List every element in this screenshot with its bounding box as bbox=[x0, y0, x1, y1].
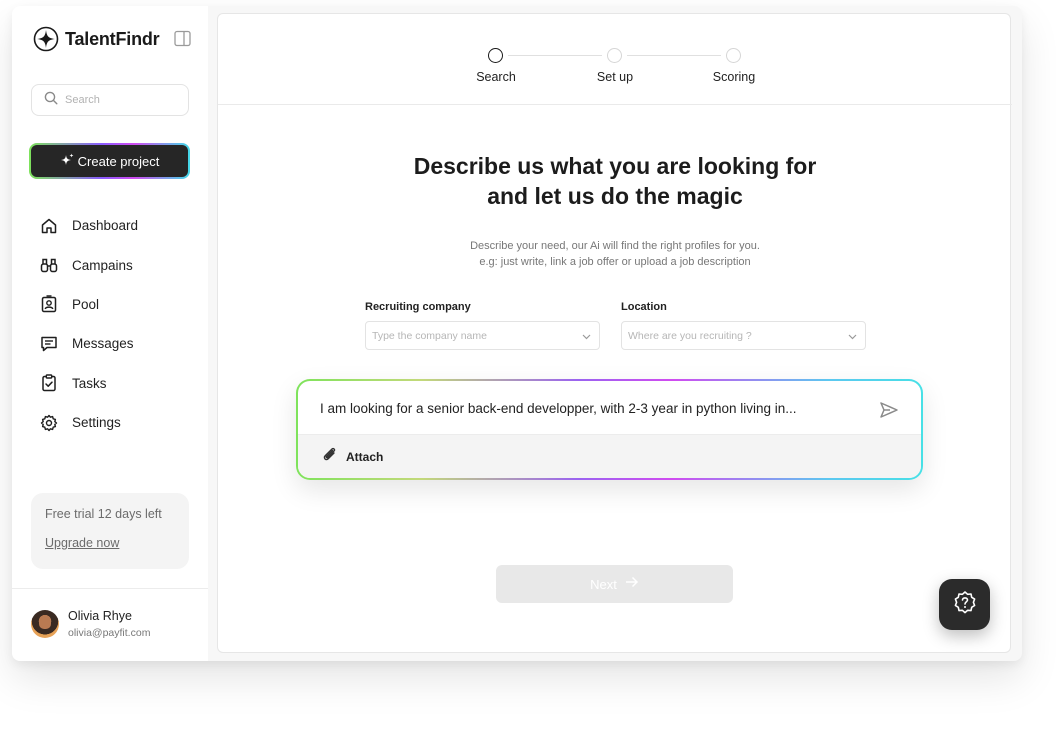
step-connector bbox=[508, 55, 602, 56]
contact-badge-icon bbox=[39, 294, 59, 314]
page-title-line2: and let us do the magic bbox=[487, 183, 743, 209]
sidebar-item-settings[interactable]: Settings bbox=[39, 403, 199, 442]
send-icon[interactable] bbox=[878, 399, 900, 421]
binoculars-icon bbox=[39, 255, 59, 275]
clipboard-check-icon bbox=[39, 373, 59, 393]
create-project-inner: Create project bbox=[31, 145, 188, 177]
search-icon bbox=[44, 91, 58, 110]
stepper: Search Set up Scoring bbox=[218, 14, 1012, 105]
attach-label: Attach bbox=[346, 449, 384, 464]
sidebar: TalentFindr Search Create project Dashbo… bbox=[12, 6, 208, 661]
prompt-input[interactable]: I am looking for a senior back-end devel… bbox=[320, 401, 797, 416]
trial-text: Free trial 12 days left bbox=[45, 507, 162, 521]
avatar[interactable] bbox=[31, 610, 59, 638]
step-label-search: Search bbox=[476, 70, 516, 84]
chevron-down-icon bbox=[582, 327, 591, 345]
step-dot-setup[interactable] bbox=[607, 48, 622, 63]
paperclip-icon bbox=[320, 445, 338, 468]
sidebar-item-pool[interactable]: Pool bbox=[39, 285, 199, 324]
sparkle-icon bbox=[60, 153, 78, 170]
trial-card: Free trial 12 days left Upgrade now bbox=[31, 493, 189, 569]
message-icon bbox=[39, 334, 59, 354]
app-name: TalentFindr bbox=[65, 28, 160, 49]
help-button[interactable] bbox=[939, 579, 990, 630]
chevron-down-icon bbox=[848, 327, 857, 345]
location-label: Location bbox=[621, 301, 667, 313]
page-subtitle: Describe your need, our Ai will find the… bbox=[218, 238, 1012, 270]
search-box[interactable] bbox=[31, 84, 189, 116]
sidebar-item-label: Dashboard bbox=[72, 218, 139, 234]
location-select[interactable]: Where are you recruiting ? bbox=[621, 321, 866, 350]
step-label-scoring: Scoring bbox=[712, 70, 756, 84]
sidebar-collapse-icon[interactable] bbox=[174, 30, 191, 47]
sidebar-item-campains[interactable]: Campains bbox=[39, 245, 199, 284]
sidebar-item-dashboard[interactable]: Dashboard bbox=[39, 206, 199, 245]
step-dot-scoring[interactable] bbox=[726, 48, 741, 63]
sidebar-item-label: Campains bbox=[72, 257, 133, 273]
subtitle-line2: e.g: just write, link a job offer or upl… bbox=[479, 256, 751, 268]
home-icon bbox=[39, 216, 59, 236]
page-title-line1: Describe us what you are looking for bbox=[413, 153, 817, 179]
search-input[interactable] bbox=[65, 94, 175, 106]
sidebar-item-messages[interactable]: Messages bbox=[39, 324, 199, 363]
page-title: Describe us what you are looking for and… bbox=[218, 151, 1012, 211]
gear-icon bbox=[39, 413, 59, 433]
prompt-inner: I am looking for a senior back-end devel… bbox=[298, 381, 921, 478]
sidebar-item-label: Pool bbox=[72, 296, 100, 312]
main-panel: Search Set up Scoring Describe us what y… bbox=[217, 13, 1012, 653]
sidebar-nav: Dashboard Campains Pool Messages Tasks S… bbox=[39, 206, 199, 442]
sidebar-item-label: Settings bbox=[72, 415, 121, 431]
location-placeholder: Where are you recruiting ? bbox=[628, 329, 752, 342]
app-window: TalentFindr Search Create project Dashbo… bbox=[12, 6, 1022, 661]
create-project-label: Create project bbox=[77, 153, 160, 169]
arrow-right-icon bbox=[625, 575, 639, 593]
sidebar-item-label: Messages bbox=[72, 336, 134, 352]
sidebar-item-tasks[interactable]: Tasks bbox=[39, 364, 199, 403]
company-select[interactable]: Type the company name bbox=[365, 321, 600, 350]
next-label: Next bbox=[590, 576, 617, 592]
company-placeholder: Type the company name bbox=[372, 329, 487, 342]
user-email: olivia@payfit.com bbox=[68, 627, 151, 639]
attach-button[interactable]: Attach bbox=[298, 434, 921, 478]
logo-sparkle-icon bbox=[33, 26, 59, 52]
step-label-setup: Set up bbox=[596, 70, 634, 84]
sidebar-item-label: Tasks bbox=[72, 375, 107, 391]
logo[interactable]: TalentFindr bbox=[33, 26, 193, 52]
help-badge-icon bbox=[951, 588, 979, 621]
prompt-box: I am looking for a senior back-end devel… bbox=[296, 379, 923, 480]
subtitle-line1: Describe your need, our Ai will find the… bbox=[470, 240, 760, 252]
step-dot-search[interactable] bbox=[488, 48, 503, 63]
user-name: Olivia Rhye bbox=[68, 609, 132, 623]
divider bbox=[12, 588, 208, 589]
step-connector bbox=[627, 55, 721, 56]
next-button[interactable]: Next bbox=[496, 565, 733, 603]
company-label: Recruiting company bbox=[365, 301, 471, 313]
upgrade-link[interactable]: Upgrade now bbox=[45, 536, 119, 550]
create-project-button[interactable]: Create project bbox=[29, 143, 190, 179]
